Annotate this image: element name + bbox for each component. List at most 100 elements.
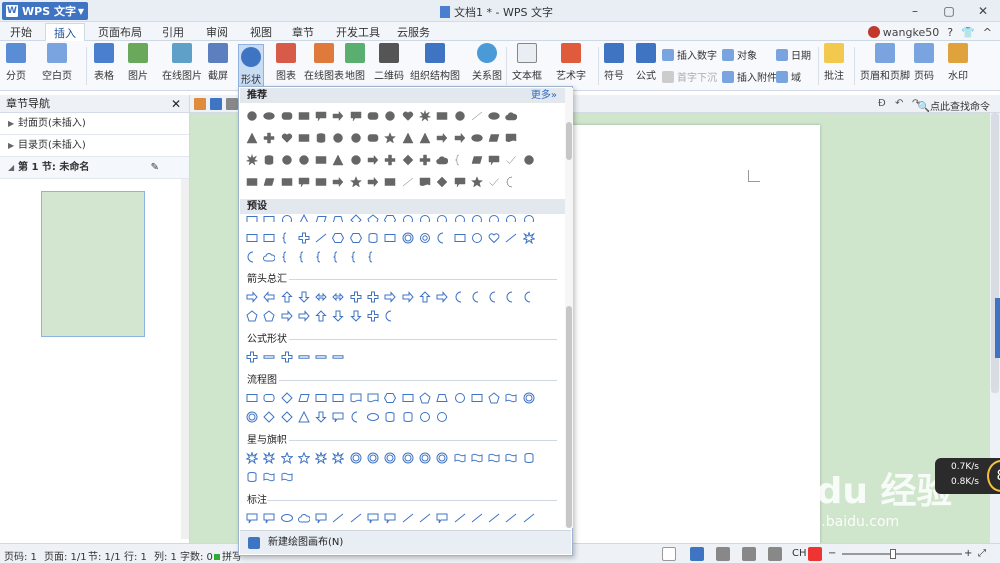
flag-shape-icon[interactable] bbox=[454, 452, 466, 464]
moon-shape-icon[interactable] bbox=[523, 291, 535, 303]
rect-shape-icon[interactable] bbox=[454, 232, 466, 244]
arrow-shape-icon[interactable] bbox=[367, 176, 379, 188]
circ-shape-icon[interactable] bbox=[505, 214, 517, 222]
seal-shape-icon[interactable] bbox=[350, 452, 362, 464]
circ-shape-icon[interactable] bbox=[454, 214, 466, 222]
darrow-shape-icon[interactable] bbox=[350, 310, 362, 322]
find-command[interactable]: 🔍点此查找命令 bbox=[918, 98, 990, 113]
relation-chart-button[interactable]: 关系图 bbox=[472, 43, 502, 82]
circ-shape-icon[interactable] bbox=[436, 411, 448, 423]
cloud-shape-icon[interactable] bbox=[263, 251, 276, 263]
user-name[interactable]: wangke50 bbox=[883, 26, 939, 39]
comment-button[interactable]: 批注 bbox=[824, 43, 844, 82]
callout-shape-icon[interactable] bbox=[246, 512, 258, 524]
seal-shape-icon[interactable] bbox=[523, 392, 535, 404]
doc-shape-icon[interactable] bbox=[350, 392, 362, 404]
arrow-shape-icon[interactable] bbox=[367, 154, 379, 166]
diamond-shape-icon[interactable] bbox=[280, 411, 293, 423]
darrow-shape-icon[interactable] bbox=[315, 411, 327, 423]
burst-shape-icon[interactable] bbox=[263, 452, 276, 464]
rect-shape-icon[interactable] bbox=[298, 132, 310, 144]
lr-shape-icon[interactable] bbox=[315, 291, 327, 303]
print-icon[interactable] bbox=[226, 98, 238, 110]
online-chart-button[interactable]: 在线图表 bbox=[304, 43, 344, 82]
rect-shape-icon[interactable] bbox=[246, 232, 258, 244]
para-shape-icon[interactable] bbox=[315, 214, 327, 222]
header-footer-button[interactable]: 页眉和页脚 bbox=[860, 43, 910, 82]
line-shape-icon[interactable] bbox=[505, 512, 517, 524]
bracket-shape-icon[interactable] bbox=[367, 251, 379, 263]
callout-shape-icon[interactable] bbox=[263, 512, 275, 524]
flag-shape-icon[interactable] bbox=[471, 452, 483, 464]
cyl-shape-icon[interactable] bbox=[523, 452, 535, 464]
callout-shape-icon[interactable] bbox=[315, 512, 327, 524]
moon-shape-icon[interactable] bbox=[436, 232, 448, 244]
arrow-shape-icon[interactable] bbox=[454, 132, 466, 144]
moon-shape-icon[interactable] bbox=[505, 176, 517, 188]
callout-shape-icon[interactable] bbox=[298, 176, 310, 188]
cyl-shape-icon[interactable] bbox=[315, 132, 327, 144]
maximize-icon[interactable]: ▢ bbox=[932, 0, 966, 22]
blank-page-button[interactable]: 空白页 bbox=[42, 43, 72, 82]
seal-shape-icon[interactable] bbox=[436, 452, 448, 464]
circ-shape-icon[interactable] bbox=[384, 110, 396, 122]
cyl-shape-icon[interactable] bbox=[263, 154, 275, 166]
para-shape-icon[interactable] bbox=[298, 392, 310, 404]
qrcode-button[interactable]: 二维码 bbox=[374, 43, 404, 82]
nav-scrollbar[interactable] bbox=[181, 179, 189, 539]
avatar[interactable] bbox=[867, 26, 880, 38]
pent-shape-icon[interactable] bbox=[367, 214, 379, 222]
edit-icon[interactable]: ✎ bbox=[151, 157, 159, 179]
circ-shape-icon[interactable] bbox=[281, 214, 293, 222]
object-button[interactable]: 对象 bbox=[722, 47, 757, 62]
plus-shape-icon[interactable] bbox=[384, 154, 396, 166]
line-shape-icon[interactable] bbox=[454, 512, 466, 524]
collapse-icon[interactable]: ^ bbox=[983, 26, 992, 39]
rrect-shape-icon[interactable] bbox=[281, 110, 293, 122]
tab-developer[interactable]: 开发工具 bbox=[336, 24, 380, 40]
rect-shape-icon[interactable] bbox=[246, 392, 258, 404]
picture-button[interactable]: 图片 bbox=[128, 43, 148, 82]
screenshot-button[interactable]: 截屏 bbox=[208, 43, 228, 82]
rect-shape-icon[interactable] bbox=[384, 232, 396, 244]
tri-shape-icon[interactable] bbox=[298, 214, 310, 222]
circ-shape-icon[interactable] bbox=[246, 110, 258, 122]
diamond-shape-icon[interactable] bbox=[350, 214, 362, 222]
arrow-shape-icon[interactable] bbox=[246, 291, 258, 303]
rect-shape-icon[interactable] bbox=[315, 392, 327, 404]
larrow-shape-icon[interactable] bbox=[263, 291, 275, 303]
bracket-shape-icon[interactable] bbox=[281, 251, 293, 263]
circ-shape-icon[interactable] bbox=[454, 110, 466, 122]
close-icon[interactable]: ✕ bbox=[171, 95, 181, 113]
burst-shape-icon[interactable] bbox=[418, 110, 431, 122]
callout-shape-icon[interactable] bbox=[332, 411, 344, 423]
tab-references[interactable]: 引用 bbox=[162, 24, 184, 40]
undo-icon[interactable]: ↶ bbox=[895, 98, 903, 109]
scroll-thumb[interactable] bbox=[566, 122, 572, 160]
minimize-icon[interactable]: – bbox=[898, 0, 932, 22]
rect-shape-icon[interactable] bbox=[402, 392, 414, 404]
nav-item-cover[interactable]: ▶ 封面页(未插入) bbox=[0, 113, 189, 135]
pent-shape-icon[interactable] bbox=[488, 392, 500, 404]
flag-shape-icon[interactable] bbox=[281, 471, 293, 483]
network-monitor[interactable]: 0.7K/s 0.8K/s 8 bbox=[935, 458, 1000, 494]
seal-shape-icon[interactable] bbox=[367, 452, 379, 464]
heart-shape-icon[interactable] bbox=[281, 132, 293, 144]
doc-shape-icon[interactable] bbox=[419, 176, 431, 188]
oval-shape-icon[interactable] bbox=[367, 411, 380, 423]
app-menu-button[interactable]: W WPS 文字 ▼ bbox=[2, 2, 88, 20]
callout-shape-icon[interactable] bbox=[315, 110, 327, 122]
field-button[interactable]: 域 bbox=[776, 69, 801, 84]
line-shape-icon[interactable] bbox=[315, 232, 327, 244]
circ-shape-icon[interactable] bbox=[471, 214, 483, 222]
rect-shape-icon[interactable] bbox=[315, 154, 327, 166]
cloud-shape-icon[interactable] bbox=[297, 512, 310, 524]
outline-view-icon[interactable] bbox=[716, 547, 730, 561]
callout-shape-icon[interactable] bbox=[350, 110, 362, 122]
help-icon[interactable]: ? bbox=[947, 26, 953, 39]
circ-shape-icon[interactable] bbox=[523, 214, 535, 222]
para-shape-icon[interactable] bbox=[488, 132, 500, 144]
trap-shape-icon[interactable] bbox=[436, 392, 448, 404]
moon-shape-icon[interactable] bbox=[350, 411, 362, 423]
star-shape-icon[interactable] bbox=[297, 452, 310, 464]
